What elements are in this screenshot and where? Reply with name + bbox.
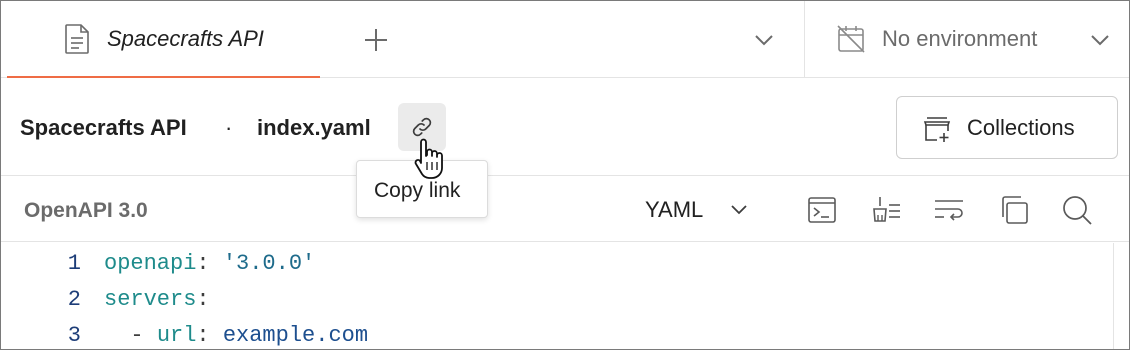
editor-scrollbar[interactable] bbox=[1113, 243, 1114, 349]
tab-title: Spacecrafts API bbox=[107, 26, 264, 51]
new-tab-button[interactable] bbox=[359, 23, 393, 57]
yaml-key: url bbox=[156, 323, 197, 348]
code-line: servers: bbox=[104, 287, 210, 312]
spec-version-label: OpenAPI 3.0 bbox=[24, 199, 148, 222]
no-environment-icon bbox=[837, 25, 865, 53]
breadcrumb-api-name[interactable]: Spacecrafts API bbox=[20, 115, 187, 141]
search-icon[interactable] bbox=[1060, 193, 1094, 227]
yaml-value: '3.0.0' bbox=[222, 251, 316, 276]
hand-cursor-icon bbox=[414, 138, 443, 179]
code-line: - url: example.com bbox=[104, 323, 368, 348]
collections-icon bbox=[923, 117, 951, 142]
breadcrumb: Spacecrafts API · index.yaml Collections bbox=[1, 79, 1129, 176]
editor-toolbar: OpenAPI 3.0 YAML bbox=[1, 177, 1129, 242]
link-icon bbox=[412, 117, 432, 137]
yaml-indent: - bbox=[104, 323, 157, 348]
format-select[interactable]: YAML bbox=[645, 197, 703, 223]
code-editor[interactable]: 1 2 3 openapi: '3.0.0' servers: - url: e… bbox=[1, 243, 1129, 349]
line-number: 2 bbox=[67, 287, 81, 312]
yaml-key: openapi bbox=[104, 251, 197, 276]
document-icon bbox=[65, 24, 89, 54]
breadcrumb-file-name: index.yaml bbox=[257, 115, 371, 140]
breadcrumb-separator: · bbox=[225, 115, 233, 140]
yaml-separator: : bbox=[196, 287, 210, 312]
chevron-down-icon[interactable] bbox=[749, 25, 779, 55]
line-number: 1 bbox=[67, 251, 81, 276]
copy-icon[interactable] bbox=[997, 193, 1031, 227]
chevron-down-icon[interactable] bbox=[1085, 25, 1115, 55]
tooltip-text: Copy link bbox=[374, 179, 461, 202]
beautify-icon[interactable] bbox=[869, 193, 903, 227]
yaml-value: example.com bbox=[222, 323, 369, 348]
terminal-icon[interactable] bbox=[805, 193, 839, 227]
line-number: 3 bbox=[67, 323, 81, 348]
collections-label: Collections bbox=[967, 115, 1075, 140]
yaml-separator: : bbox=[196, 251, 223, 276]
tab-spacecrafts-api[interactable]: Spacecrafts API bbox=[7, 1, 320, 78]
divider bbox=[804, 1, 805, 78]
collections-button[interactable]: Collections bbox=[896, 96, 1118, 159]
code-line: openapi: '3.0.0' bbox=[104, 251, 315, 276]
yaml-separator: : bbox=[196, 323, 223, 348]
wrap-lines-icon[interactable] bbox=[932, 193, 966, 227]
environment-selector[interactable]: No environment bbox=[882, 26, 1037, 52]
chevron-down-icon[interactable] bbox=[725, 196, 753, 224]
tab-bar: Spacecrafts API No environment bbox=[1, 1, 1129, 78]
yaml-key: servers bbox=[104, 287, 197, 312]
app-window: Spacecrafts API No environment Spacecraf… bbox=[0, 0, 1130, 350]
